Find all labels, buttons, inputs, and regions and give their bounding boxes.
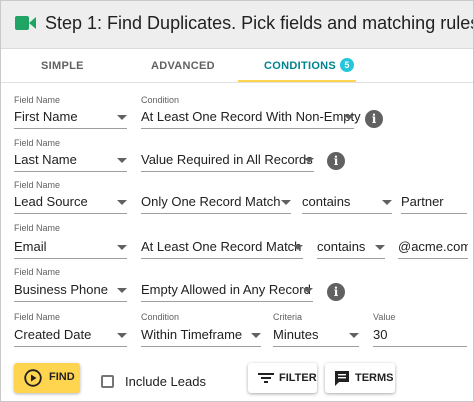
condition-value: Only One Record Match	[141, 194, 281, 209]
field-name-select[interactable]: Last Name	[14, 150, 127, 172]
chevron-down-icon	[349, 333, 359, 338]
chevron-down-icon	[281, 200, 291, 205]
condition-value: Empty Allowed in Any Record	[141, 282, 311, 297]
chevron-down-icon	[303, 288, 313, 293]
field-name-label: Field Name	[14, 138, 61, 148]
field-name-select[interactable]: Email	[14, 237, 127, 259]
filter-button[interactable]: FILTER	[248, 363, 317, 393]
operator-select[interactable]: contains	[317, 237, 385, 259]
chevron-down-icon	[117, 115, 127, 120]
value-label: Value	[373, 312, 396, 322]
chevron-down-icon	[251, 333, 261, 338]
chevron-down-icon	[117, 245, 127, 250]
condition-select[interactable]: At Least One Record With Non-Empty	[141, 107, 361, 129]
field-name-label: Field Name	[14, 95, 61, 105]
tab-conditions[interactable]: CONDITIONS 5	[264, 49, 355, 83]
condition-value: At Least One Record With Non-Empty	[141, 109, 361, 124]
chevron-down-icon	[117, 288, 127, 293]
criteria-label: Criteria	[273, 312, 303, 322]
field-name-label: Field Name	[14, 267, 61, 277]
condition-label: Condition	[141, 95, 180, 105]
condition-value: Value Required in All Records	[141, 152, 313, 167]
field-name-label: Field Name	[14, 223, 61, 233]
info-icon[interactable]: i	[327, 152, 345, 170]
info-icon[interactable]: i	[327, 283, 345, 301]
chevron-down-icon	[382, 200, 392, 205]
chevron-down-icon	[293, 245, 303, 250]
condition-label: Condition	[141, 312, 180, 322]
criteria-value: Minutes	[273, 327, 319, 342]
field-name-value: Business Phone	[14, 282, 108, 297]
condition-select[interactable]: Only One Record Match	[141, 192, 291, 214]
field-name-value: Created Date	[14, 327, 92, 342]
find-button[interactable]: FIND	[14, 363, 80, 393]
field-name-label: Field Name	[14, 180, 61, 190]
field-name-value: Last Name	[14, 152, 77, 167]
step-title: Step 1: Find Duplicates. Pick fields and…	[45, 13, 473, 33]
filter-button-label: FILTER	[279, 372, 317, 384]
field-name-select[interactable]: Created Date	[14, 325, 127, 347]
value-input[interactable]: 30	[373, 325, 467, 347]
chevron-down-icon	[344, 115, 354, 120]
chevron-down-icon	[117, 158, 127, 163]
field-name-label: Field Name	[14, 312, 61, 322]
field-name-value: First Name	[14, 109, 78, 124]
field-name-select[interactable]: First Name	[14, 107, 127, 129]
terms-button-label: TERMS	[355, 372, 394, 384]
conditions-count-badge: 5	[340, 58, 355, 72]
find-duplicates-panel: Step 1: Find Duplicates. Pick fields and…	[0, 0, 474, 402]
chevron-down-icon	[304, 158, 314, 163]
operator-value: contains	[302, 194, 351, 209]
find-button-label: FIND	[49, 371, 75, 383]
match-text-input[interactable]: Partner	[401, 192, 467, 214]
include-leads-label: Include Leads	[125, 374, 206, 389]
tab-advanced-label: ADVANCED	[151, 60, 215, 72]
operator-select[interactable]: contains	[302, 192, 392, 214]
tab-advanced[interactable]: ADVANCED	[151, 49, 215, 83]
comment-lines-icon	[335, 371, 349, 386]
terms-button[interactable]: TERMS	[325, 363, 395, 393]
operator-value: contains	[317, 239, 366, 254]
match-text-input[interactable]: @acme.com	[398, 237, 468, 259]
tab-conditions-label: CONDITIONS	[264, 60, 337, 72]
include-leads-checkbox[interactable]	[101, 375, 114, 388]
condition-select[interactable]: Empty Allowed in Any Record	[141, 280, 313, 302]
filter-lines-icon	[258, 373, 274, 383]
field-name-value: Lead Source	[14, 194, 88, 209]
field-name-value: Email	[14, 239, 47, 254]
step-header: Step 1: Find Duplicates. Pick fields and…	[1, 1, 473, 49]
chevron-down-icon	[117, 333, 127, 338]
tab-simple-label: SIMPLE	[41, 60, 84, 72]
play-circle-icon	[24, 369, 42, 387]
chevron-down-icon	[117, 200, 127, 205]
condition-select[interactable]: Value Required in All Records	[141, 150, 314, 172]
condition-select[interactable]: Within Timeframe	[141, 325, 261, 347]
active-tab-indicator	[238, 80, 356, 82]
tab-simple[interactable]: SIMPLE	[41, 49, 84, 83]
video-camera-icon	[15, 16, 36, 30]
info-icon[interactable]: i	[365, 110, 383, 128]
field-name-select[interactable]: Business Phone	[14, 280, 127, 302]
condition-select[interactable]: At Least One Record Match	[141, 237, 303, 259]
mode-tabs: SIMPLE ADVANCED CONDITIONS 5	[1, 49, 473, 83]
criteria-select[interactable]: Minutes	[273, 325, 359, 347]
field-name-select[interactable]: Lead Source	[14, 192, 127, 214]
condition-value: Within Timeframe	[141, 327, 243, 342]
condition-value: At Least One Record Match	[141, 239, 302, 254]
chevron-down-icon	[375, 245, 385, 250]
